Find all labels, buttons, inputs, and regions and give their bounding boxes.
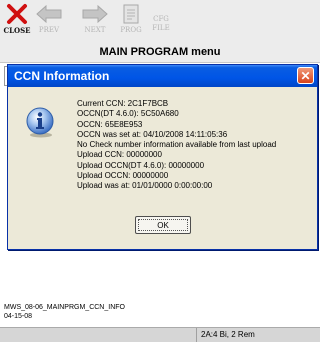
ok-button[interactable]: OK — [135, 216, 191, 234]
close-icon — [4, 2, 30, 26]
next-button[interactable]: NEXT — [80, 2, 110, 40]
info-line: Upload was at: 01/01/0000 0:00:00:00 — [77, 181, 213, 191]
info-line: OCCN was set at: 04/10/2008 14:11:05:36 — [77, 129, 228, 139]
window-title: MAIN PROGRAM menu — [0, 42, 320, 62]
ccn-info-dialog: CCN Information ✕ Current CCN: 2C1F7BCB … — [7, 64, 318, 250]
toolbar: CLOSE PREV NEXT PROG CFG FILE — [0, 0, 320, 42]
program-sheet-icon — [118, 2, 144, 26]
screen-id: MWS_08-06_MAINPRGM_CCN_INFO — [4, 304, 125, 311]
prev-button[interactable]: PREV — [34, 2, 64, 40]
info-line: Current CCN: 2C1F7BCB — [77, 99, 169, 108]
cfg-file-button[interactable]: CFG FILE — [146, 2, 176, 40]
close-label: CLOSE — [3, 26, 31, 35]
arrow-left-icon — [36, 2, 62, 26]
info-line: OCCN(DT 4.6.0): 5C50A680 — [77, 109, 179, 119]
info-line: Upload OCCN(DT 4.6.0): 00000000 — [77, 160, 205, 170]
status-text: 2A:4 Bi, 2 Rem — [196, 328, 320, 342]
footer-info: MWS_08-06_MAINPRGM_CCN_INFO 04-15-08 — [4, 303, 125, 321]
dialog-title: CCN Information — [14, 69, 110, 83]
prog-label: PROG — [120, 26, 142, 34]
close-x-icon: ✕ — [300, 68, 311, 83]
info-icon — [24, 106, 56, 138]
arrow-right-icon — [82, 2, 108, 26]
info-line: No Check number information available fr… — [77, 140, 277, 150]
info-line: OCCN: 65E8E953 — [77, 119, 143, 129]
info-line: Upload CCN: 00000000 — [77, 150, 162, 160]
cfg-file-label-line2: FILE — [152, 24, 170, 32]
footer-date: 04-15-08 — [4, 313, 33, 320]
ccn-info-lines: Current CCN: 2C1F7BCB OCCN(DT 4.6.0): 5C… — [77, 99, 313, 192]
status-bar: 2A:4 Bi, 2 Rem — [0, 327, 320, 342]
next-label: NEXT — [84, 26, 106, 34]
cfg-file-label-line1: CFG — [153, 15, 169, 23]
close-button[interactable]: CLOSE — [2, 2, 32, 40]
dialog-titlebar: CCN Information ✕ — [8, 65, 317, 87]
info-line: Upload OCCN: 00000000 — [77, 171, 169, 181]
dialog-close-button[interactable]: ✕ — [297, 67, 314, 84]
prog-button[interactable]: PROG — [116, 2, 146, 40]
prev-label: PREV — [38, 26, 60, 34]
